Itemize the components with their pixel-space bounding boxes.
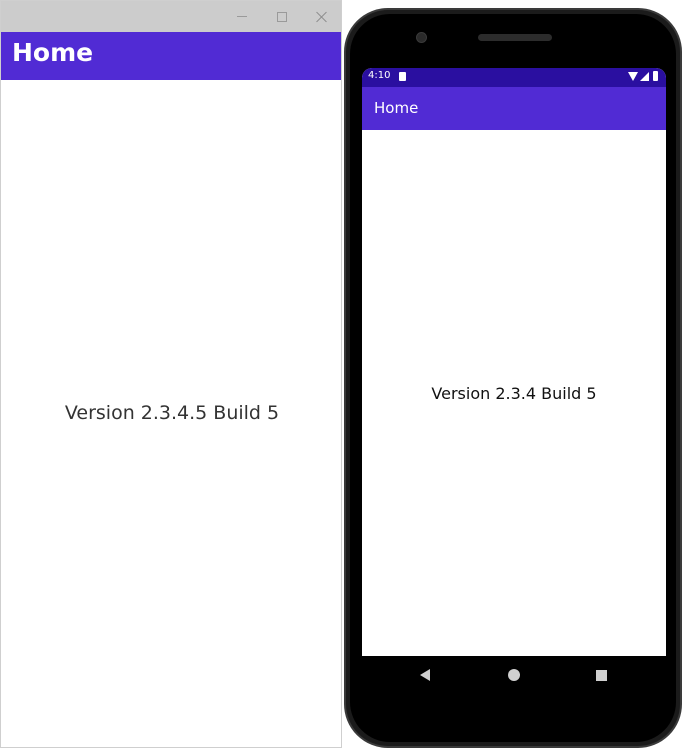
sd-card-icon <box>399 72 406 81</box>
status-time: 4:10 <box>368 70 391 81</box>
maximize-button[interactable] <box>262 1 302 32</box>
page-title: Home <box>12 38 94 67</box>
navigation-bar <box>362 656 666 696</box>
desktop-window: Home Version 2.3.4.5 Build 5 <box>0 0 342 748</box>
window-app-bar: Home <box>1 32 341 80</box>
signal-icon <box>640 72 649 81</box>
close-button[interactable] <box>302 1 342 32</box>
close-icon <box>316 11 328 23</box>
speaker-grille <box>478 34 552 41</box>
wifi-icon <box>628 72 638 81</box>
phone-screen: 4:10 Home Version 2.3.4 Build 5 <box>362 68 666 656</box>
window-title-bar[interactable] <box>1 1 341 32</box>
phone-version-label: Version 2.3.4 Build 5 <box>431 384 597 403</box>
recents-icon[interactable] <box>596 670 607 681</box>
back-icon[interactable] <box>420 669 430 681</box>
status-bar: 4:10 <box>362 68 666 87</box>
battery-icon <box>653 71 658 81</box>
maximize-icon <box>277 11 287 22</box>
home-icon[interactable] <box>508 669 520 681</box>
camera-icon <box>416 32 427 43</box>
version-label: Version 2.3.4.5 Build 5 <box>64 402 280 424</box>
phone-app-bar: Home <box>362 87 666 130</box>
minimize-icon <box>237 16 247 17</box>
minimize-button[interactable] <box>222 1 262 32</box>
phone-page-title: Home <box>374 99 419 117</box>
